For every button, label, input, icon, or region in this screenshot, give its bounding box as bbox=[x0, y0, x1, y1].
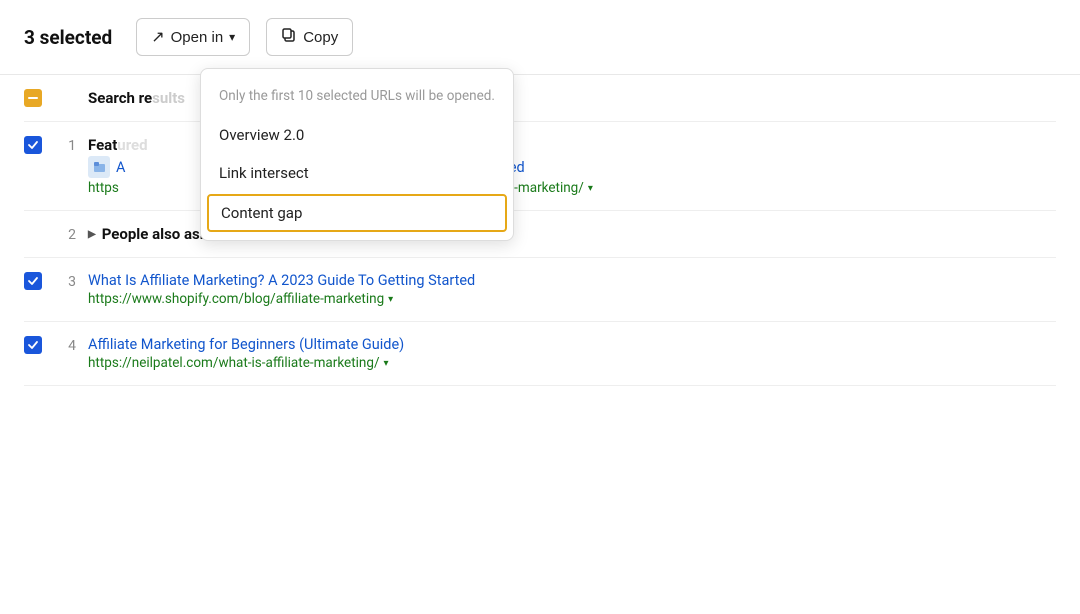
row-4-link[interactable]: Affiliate Marketing for Beginners (Ultim… bbox=[88, 336, 1056, 353]
dropdown-item-link-intersect[interactable]: Link intersect bbox=[201, 154, 513, 192]
row-1-num: 1 bbox=[54, 136, 76, 154]
open-in-label: Open in bbox=[171, 29, 224, 46]
copy-icon bbox=[281, 27, 297, 47]
table-row: 2 ▶ People also ask bbox=[24, 211, 1056, 258]
row-3-link-text: What Is Affiliate Marketing? A 2023 Guid… bbox=[88, 272, 475, 289]
section-header-row: Search results bbox=[24, 75, 1056, 122]
row-4-url-chevron[interactable]: ▾ bbox=[384, 358, 389, 369]
row-4-url: https://neilpatel.com/what-is-affiliate-… bbox=[88, 355, 1056, 371]
row-4-content: Affiliate Marketing for Beginners (Ultim… bbox=[88, 336, 1056, 371]
row-4-checkbox[interactable] bbox=[24, 336, 42, 354]
row-num-header bbox=[54, 89, 76, 91]
results-table: Search results 1 Featured A t is and How… bbox=[0, 75, 1080, 386]
row-4-url-text: https://neilpatel.com/what-is-affiliate-… bbox=[88, 355, 380, 371]
row-3-url-chevron[interactable]: ▾ bbox=[388, 294, 393, 305]
row-3-checkbox[interactable] bbox=[24, 272, 42, 290]
people-also-ask-label: People also ask bbox=[102, 225, 208, 243]
copy-label: Copy bbox=[303, 29, 338, 46]
dropdown-item-overview[interactable]: Overview 2.0 bbox=[201, 116, 513, 154]
table-row: 3 What Is Affiliate Marketing? A 2023 Gu… bbox=[24, 258, 1056, 322]
row-3-url: https://www.shopify.com/blog/affiliate-m… bbox=[88, 291, 1056, 307]
row-3-link[interactable]: What Is Affiliate Marketing? A 2023 Guid… bbox=[88, 272, 1056, 289]
indeterminate-checkbox[interactable] bbox=[24, 89, 42, 107]
open-in-button[interactable]: ↗ Open in ▾ bbox=[136, 18, 250, 56]
dropdown-item-content-gap[interactable]: Content gap bbox=[207, 194, 507, 232]
toolbar: 3 selected ↗ Open in ▾ Copy Only the fir… bbox=[0, 0, 1080, 75]
row-3-url-text: https://www.shopify.com/blog/affiliate-m… bbox=[88, 291, 384, 307]
table-row: 4 Affiliate Marketing for Beginners (Ult… bbox=[24, 322, 1056, 386]
row-4-link-text: Affiliate Marketing for Beginners (Ultim… bbox=[88, 336, 404, 353]
expand-triangle-icon: ▶ bbox=[88, 229, 96, 240]
table-row: 1 Featured A t is and How to Get Started… bbox=[24, 122, 1056, 211]
row-2-num: 2 bbox=[54, 225, 76, 243]
row-1-checkbox[interactable] bbox=[24, 136, 42, 154]
row-1-link-text-short: A bbox=[116, 159, 125, 176]
row-3-num: 3 bbox=[54, 272, 76, 290]
row-1-url-chevron[interactable]: ▾ bbox=[588, 183, 593, 194]
open-in-dropdown: Only the first 10 selected URLs will be … bbox=[200, 68, 514, 241]
dropdown-hint: Only the first 10 selected URLs will be … bbox=[201, 75, 513, 116]
row-1-url-text: https bbox=[88, 180, 119, 196]
copy-button[interactable]: Copy bbox=[266, 18, 353, 56]
open-in-icon: ↗ bbox=[151, 27, 164, 47]
row-3-content: What Is Affiliate Marketing? A 2023 Guid… bbox=[88, 272, 1056, 307]
row-4-num: 4 bbox=[54, 336, 76, 354]
chevron-down-icon: ▾ bbox=[229, 30, 235, 44]
thumbnail-icon bbox=[88, 156, 110, 178]
section-header-title: Search results bbox=[88, 89, 185, 107]
selected-count: 3 selected bbox=[24, 26, 112, 49]
